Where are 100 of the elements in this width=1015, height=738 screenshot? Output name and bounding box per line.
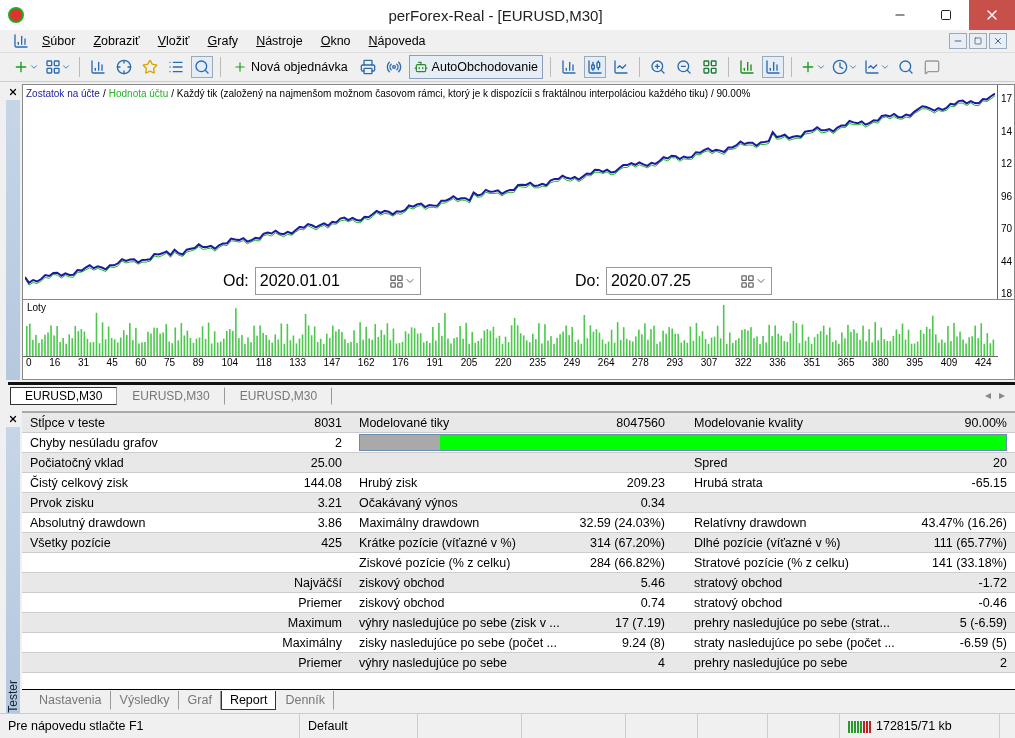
report-label: ziskový obchod (359, 595, 446, 610)
report-label: prehry nasledujúce po sebe (694, 655, 849, 670)
report-value: 0.34 (639, 495, 665, 510)
report-label: Prvok zisku (30, 495, 95, 510)
report-value: -65.15 (970, 475, 1007, 490)
axis-label: 264 (597, 357, 615, 368)
axis-label: 16 (49, 357, 61, 368)
report-label: Očakávaný výnos (359, 495, 459, 510)
menu-item[interactable]: Zobraziť (85, 34, 148, 48)
robot-icon (413, 60, 428, 74)
report-value: 209.23 (625, 475, 665, 490)
axis-label: 70 (1000, 223, 1014, 234)
report-label: Počiatočný vklad (30, 455, 125, 470)
report-label: Chyby nesúladu grafov (30, 435, 159, 450)
report-value: 2 (999, 655, 1007, 670)
app-logo-icon (8, 7, 24, 23)
subchart-title: Loty (27, 302, 46, 313)
axis-label: 322 (734, 357, 752, 368)
chart-tab[interactable]: EURUSD,M30 (117, 387, 225, 405)
report-value: 3.21 (316, 495, 342, 510)
axis-label: 147 (323, 357, 341, 368)
tester-tab[interactable]: Výsledky (110, 691, 179, 710)
connection-bars-icon (848, 719, 872, 733)
axis-label: 45 (106, 357, 118, 368)
axis-label: 424 (974, 357, 992, 368)
axis-label: 18 (1000, 288, 1014, 299)
axis-label: 60 (135, 357, 147, 368)
maximize-icon (940, 9, 952, 21)
date-to-field[interactable]: 2020.07.25 (605, 267, 772, 295)
axis-label: 395 (906, 357, 924, 368)
report-label: prehry nasledujúce po sebe (strat... (694, 615, 891, 630)
axis-label: 249 (563, 357, 581, 368)
report-label: straty nasledujúce po sebe (počet ... (694, 635, 894, 650)
report-label: stratový obchod (694, 595, 784, 610)
menu-item[interactable]: Vložiť (149, 34, 198, 48)
axis-label: 89 (192, 357, 204, 368)
report-value: -6.59 (5) (958, 635, 1007, 650)
axis-label: 351 (803, 357, 821, 368)
chart-tab[interactable]: EURUSD,M30 (224, 387, 333, 405)
search-icon[interactable] (191, 56, 213, 78)
menu-item[interactable]: Nápoveda (360, 34, 434, 48)
chart-tab[interactable]: EURUSD,M30 (10, 387, 118, 405)
axis-label: 31 (77, 357, 89, 368)
axis-label: 17 (1000, 93, 1014, 104)
close-icon[interactable] (6, 84, 20, 100)
status-text: Default (308, 719, 348, 733)
report-value: 9.24 (8) (620, 635, 665, 650)
report-value: 5.46 (639, 575, 665, 590)
axis-label: 365 (837, 357, 855, 368)
tester-tab[interactable]: Nastavenia (30, 691, 111, 710)
axis-label: 380 (872, 357, 889, 368)
close-icon (993, 36, 1003, 46)
report-value: 25.00 (309, 455, 342, 470)
report-value: 284 (66.82%) (588, 555, 665, 570)
axis-label: 409 (940, 357, 958, 368)
report-label: Stĺpce v teste (30, 415, 107, 430)
report-label: Relatívny drawdown (694, 515, 808, 530)
report-value: Maximum (286, 615, 342, 630)
report-label: Modelované tiky (359, 415, 451, 430)
report-value: 20 (992, 455, 1007, 470)
report-value: 90.00% (963, 415, 1007, 430)
report-value: -1.72 (977, 575, 1007, 590)
window-title: perForex-Real - [EURUSD,M30] (387, 6, 604, 24)
tester-tab[interactable]: Graf (178, 691, 221, 710)
date-label: Do: (575, 272, 600, 290)
report-label: Hrubý zisk (359, 475, 419, 490)
axis-label: 75 (164, 357, 176, 368)
report-value: 8047560 (615, 415, 665, 430)
toolbar-button[interactable]: Nová objednávka (228, 55, 353, 79)
candlestick-icon[interactable] (583, 56, 606, 78)
axis-label: 205 (460, 357, 478, 368)
menu-item[interactable]: Okno (312, 34, 359, 48)
axis-label: 12 (1000, 158, 1014, 169)
report-label: Stratové pozície (% z celku) (694, 555, 850, 570)
toolbar-button[interactable]: AutoObchodovanie (408, 55, 543, 79)
report-value: 17 (7.19) (613, 615, 665, 630)
report-label: zisky nasledujúce po sebe (počet ... (359, 635, 559, 650)
axis-label: 176 (392, 357, 409, 368)
axis-label: 14 (1000, 125, 1014, 137)
axis-label: 162 (357, 357, 375, 368)
date-from-field[interactable]: 2020.01.01 (254, 267, 421, 295)
report-value: Maximálny (281, 635, 342, 650)
report-label: stratový obchod (694, 575, 784, 590)
menu-item[interactable]: Grafy (199, 34, 247, 48)
report-label: Krátke pozície (víťazné v %) (359, 535, 517, 550)
tester-tab[interactable]: Report (220, 691, 277, 710)
report-value: 4 (657, 655, 665, 670)
report-label: Absolutný drawdown (30, 515, 147, 530)
report-value: Priemer (297, 655, 342, 670)
axis-label: 235 (529, 357, 546, 368)
axis-label: 307 (700, 357, 718, 368)
report-value: -0.46 (977, 595, 1007, 610)
report-label: Všetky pozície (30, 535, 112, 550)
menu-item[interactable]: Súbor (34, 34, 84, 48)
report-label: Čistý celkový zisk (30, 475, 129, 490)
report-label: Spred (694, 455, 729, 470)
close-button[interactable] (989, 33, 1007, 49)
report-label: Ziskové pozície (% z celku) (359, 555, 512, 570)
menu-item[interactable]: Nástroje (248, 34, 311, 48)
tester-tab[interactable]: Denník (276, 691, 335, 710)
